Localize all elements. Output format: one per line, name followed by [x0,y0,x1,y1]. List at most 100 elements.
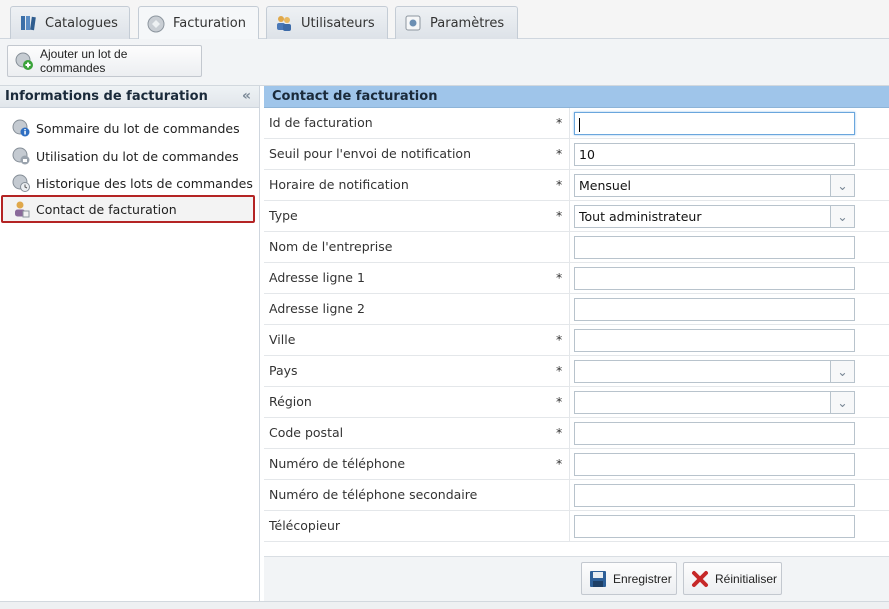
sidebar-item-history[interactable]: Historique des lots de commandes [8,169,256,197]
address-line2-input[interactable] [574,298,855,321]
field-label: Horaire de notification [269,177,409,192]
address-line1-input[interactable] [574,267,855,290]
sidebar-title: Informations de facturation [5,89,208,104]
sidebar-item-label: Historique des lots de commandes [36,175,253,191]
tab-label: Catalogues [45,15,118,31]
status-bar [0,601,889,609]
tab-parametres[interactable]: Paramètres [395,6,518,39]
settings-icon [404,14,422,32]
sidebar-header: Informations de facturation « [0,86,259,108]
required-mark: * [556,456,563,471]
required-mark: * [556,177,563,192]
required-mark: * [556,425,563,440]
form-row-region: Région * ⌄ [264,387,889,418]
field-label: Ville [269,332,296,347]
billing-icon [147,15,165,33]
add-icon [14,51,34,71]
form-row-threshold: Seuil pour l'envoi de notification * 10 [264,139,889,170]
tab-catalogues[interactable]: Catalogues [10,6,130,39]
sidebar-item-billing-contact[interactable]: Contact de facturation [1,195,255,223]
billing-id-input[interactable] [574,112,855,135]
form-row-address2: Adresse ligne 2 [264,294,889,325]
notification-threshold-input[interactable]: 10 [574,143,855,166]
sidebar-item-summary[interactable]: Sommaire du lot de commandes [8,114,256,142]
required-mark: * [556,115,563,130]
add-order-batch-label: Ajouter un lot de commandes [40,47,128,75]
company-name-input[interactable] [574,236,855,259]
history-icon [12,174,30,192]
field-label: Adresse ligne 1 [269,270,365,285]
form-row-phone2: Numéro de téléphone secondaire [264,480,889,511]
field-label: Région [269,394,312,409]
contact-icon [12,200,30,218]
billing-contact-form: Contact de facturation Id de facturation… [264,86,889,601]
field-label: Télécopieur [269,518,341,533]
required-mark: * [556,332,563,347]
usage-icon [12,147,30,165]
sidebar-item-label: Utilisation du lot de commandes [36,148,239,164]
tab-utilisateurs[interactable]: Utilisateurs [266,6,388,39]
secondary-phone-input[interactable] [574,484,855,507]
required-mark: * [556,394,563,409]
region-select[interactable]: ⌄ [574,391,855,414]
required-mark: * [556,208,563,223]
save-label: Enregistrer [613,571,672,586]
sidebar-item-label: Sommaire du lot de commandes [36,120,240,136]
form-title: Contact de facturation [264,86,889,108]
form-row-phone: Numéro de téléphone * [264,449,889,480]
sidebar-item-label: Contact de facturation [36,201,177,217]
chevron-down-icon[interactable]: ⌄ [830,392,854,413]
catalog-icon [19,14,37,32]
field-label: Type [269,208,298,223]
field-label: Seuil pour l'envoi de notification [269,146,471,161]
sidebar: Informations de facturation « Sommaire d… [0,86,260,601]
form-row-type: Type * Tout administrateur ⌄ [264,201,889,232]
field-label: Id de facturation [269,115,373,130]
fax-input[interactable] [574,515,855,538]
field-label: Numéro de téléphone [269,456,406,471]
form-title-label: Contact de facturation [272,89,438,104]
chevron-down-icon[interactable]: ⌄ [830,175,854,196]
type-select[interactable]: Tout administrateur ⌄ [574,205,855,228]
tab-facturation[interactable]: Facturation [138,6,259,40]
tab-bar: Catalogues Facturation Utilisateurs Para… [0,0,889,40]
users-icon [275,14,293,32]
field-label: Nom de l'entreprise [269,239,393,254]
required-mark: * [556,146,563,161]
tab-label: Utilisateurs [301,15,375,31]
form-row-schedule: Horaire de notification * Mensuel ⌄ [264,170,889,201]
toolbar: Ajouter un lot de commandes [0,39,889,86]
required-mark: * [556,363,563,378]
form-row-fax: Télécopieur [264,511,889,542]
postal-code-input[interactable] [574,422,855,445]
field-label: Adresse ligne 2 [269,301,365,316]
required-mark: * [556,270,563,285]
info-icon [12,119,30,137]
chevron-down-icon[interactable]: ⌄ [830,206,854,227]
city-input[interactable] [574,329,855,352]
notification-schedule-select[interactable]: Mensuel ⌄ [574,174,855,197]
save-button[interactable]: Enregistrer [581,562,677,595]
tab-label: Paramètres [430,15,505,31]
form-row-billing-id: Id de facturation * [264,108,889,139]
chevron-down-icon[interactable]: ⌄ [830,361,854,382]
country-select[interactable]: ⌄ [574,360,855,383]
text-cursor [579,117,580,132]
tab-label: Facturation [173,16,246,31]
collapse-icon[interactable]: « [242,88,251,104]
reset-label: Réinitialiser [715,571,778,586]
sidebar-item-usage[interactable]: Utilisation du lot de commandes [8,142,256,170]
form-row-company: Nom de l'entreprise [264,232,889,263]
close-icon [690,569,710,589]
form-row-postal: Code postal * [264,418,889,449]
field-label: Pays [269,363,298,378]
add-order-batch-button[interactable]: Ajouter un lot de commandes [7,45,202,77]
form-footer: Enregistrer Réinitialiser [264,556,889,601]
form-row-city: Ville * [264,325,889,356]
field-label: Code postal [269,425,344,440]
reset-button[interactable]: Réinitialiser [683,562,782,595]
phone-input[interactable] [574,453,855,476]
field-label: Numéro de téléphone secondaire [269,487,478,502]
form-row-address1: Adresse ligne 1 * [264,263,889,294]
form-row-country: Pays * ⌄ [264,356,889,387]
